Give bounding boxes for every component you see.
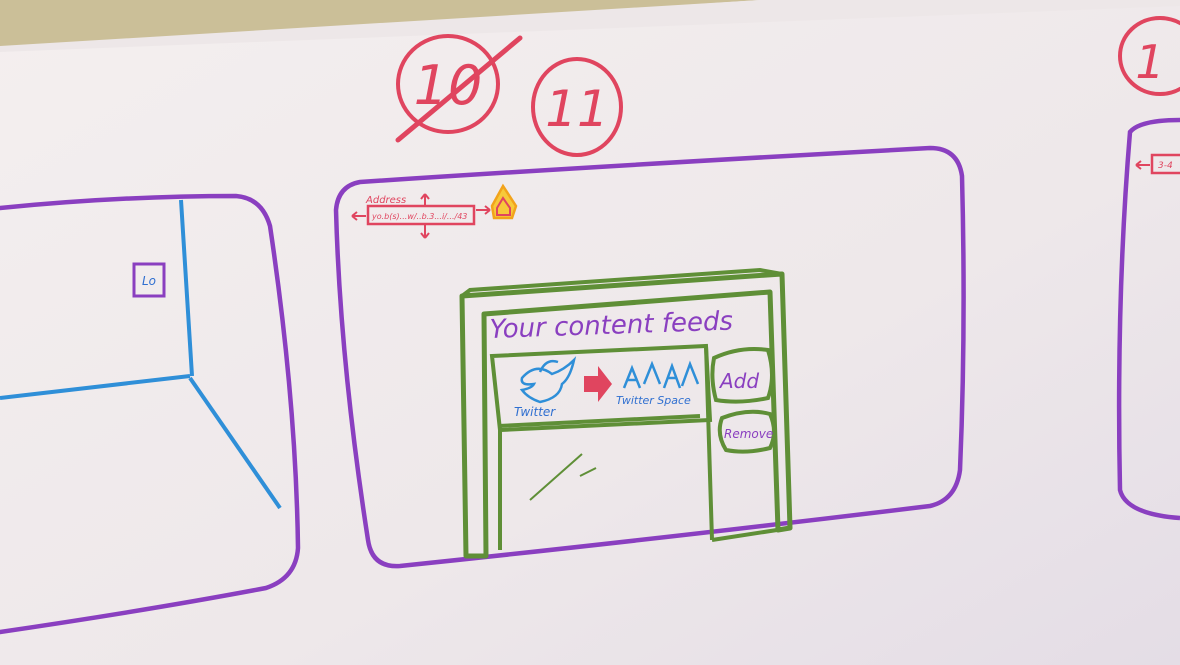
- whiteboard-drawing: 10 11 1 Lo Address yo.b(s)...w/..b.3...i…: [0, 0, 1180, 665]
- frame-number-next-text: 1: [1135, 35, 1164, 89]
- frame-number-current-text: 11: [545, 80, 609, 138]
- feed-source-label: Twitter: [514, 405, 556, 419]
- address-value: yo.b(s)...w/..b.3...i/.../43: [371, 212, 467, 221]
- remove-button-label: Remove: [724, 427, 773, 441]
- frame-number-crossed-text: 10: [414, 54, 483, 117]
- right-address-text: 3-4: [1158, 161, 1173, 171]
- whiteboard-photo: 10 11 1 Lo Address yo.b(s)...w/..b.3...i…: [0, 0, 1180, 665]
- add-button-label: Add: [718, 369, 759, 393]
- feed-target-label: Twitter Space: [616, 394, 691, 407]
- address-bar-label: Address: [365, 195, 406, 206]
- left-frame-box-label: Lo: [142, 274, 156, 288]
